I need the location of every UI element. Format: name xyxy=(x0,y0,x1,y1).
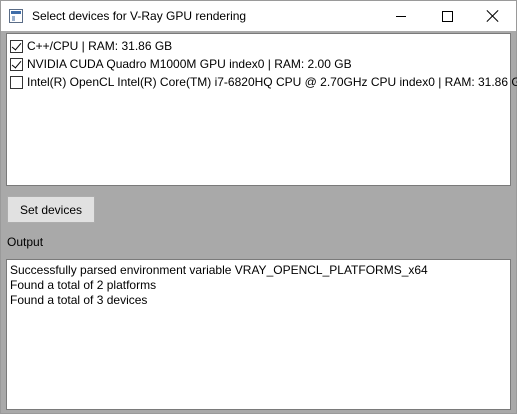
device-checkbox[interactable] xyxy=(10,39,23,53)
app-window-icon xyxy=(9,9,23,23)
minimize-button[interactable] xyxy=(378,1,424,31)
output-line: Successfully parsed environment variable… xyxy=(10,263,428,277)
device-label: NVIDIA CUDA Quadro M1000M GPU index0 | R… xyxy=(27,57,352,71)
close-icon xyxy=(487,10,499,22)
device-selection-window: Select devices for V-Ray GPU rendering C… xyxy=(0,0,517,414)
output-line: Found a total of 2 platforms xyxy=(10,278,157,292)
set-devices-button[interactable]: Set devices xyxy=(7,196,95,223)
device-item-opencl-cpu[interactable]: Intel(R) OpenCL Intel(R) Core(TM) i7-682… xyxy=(7,74,517,90)
maximize-button[interactable] xyxy=(424,1,470,31)
output-line: Found a total of 3 devices xyxy=(10,293,148,307)
window-title: Select devices for V-Ray GPU rendering xyxy=(32,9,247,23)
device-label: Intel(R) OpenCL Intel(R) Core(TM) i7-682… xyxy=(27,75,517,89)
minimize-icon xyxy=(396,15,406,17)
device-item-cuda-gpu[interactable]: NVIDIA CUDA Quadro M1000M GPU index0 | R… xyxy=(7,56,510,72)
output-log[interactable]: Successfully parsed environment variable… xyxy=(6,259,511,410)
device-checkbox[interactable] xyxy=(10,75,23,89)
window-controls xyxy=(378,1,516,31)
close-button[interactable] xyxy=(470,1,516,31)
output-label: Output xyxy=(7,235,44,249)
device-label: C++/CPU | RAM: 31.86 GB xyxy=(27,39,173,53)
maximize-icon xyxy=(441,10,453,22)
device-item-cpu[interactable]: C++/CPU | RAM: 31.86 GB xyxy=(7,38,510,54)
device-list[interactable]: C++/CPU | RAM: 31.86 GB NVIDIA CUDA Quad… xyxy=(6,33,517,186)
device-checkbox[interactable] xyxy=(10,57,23,71)
title-bar[interactable]: Select devices for V-Ray GPU rendering xyxy=(1,1,516,31)
